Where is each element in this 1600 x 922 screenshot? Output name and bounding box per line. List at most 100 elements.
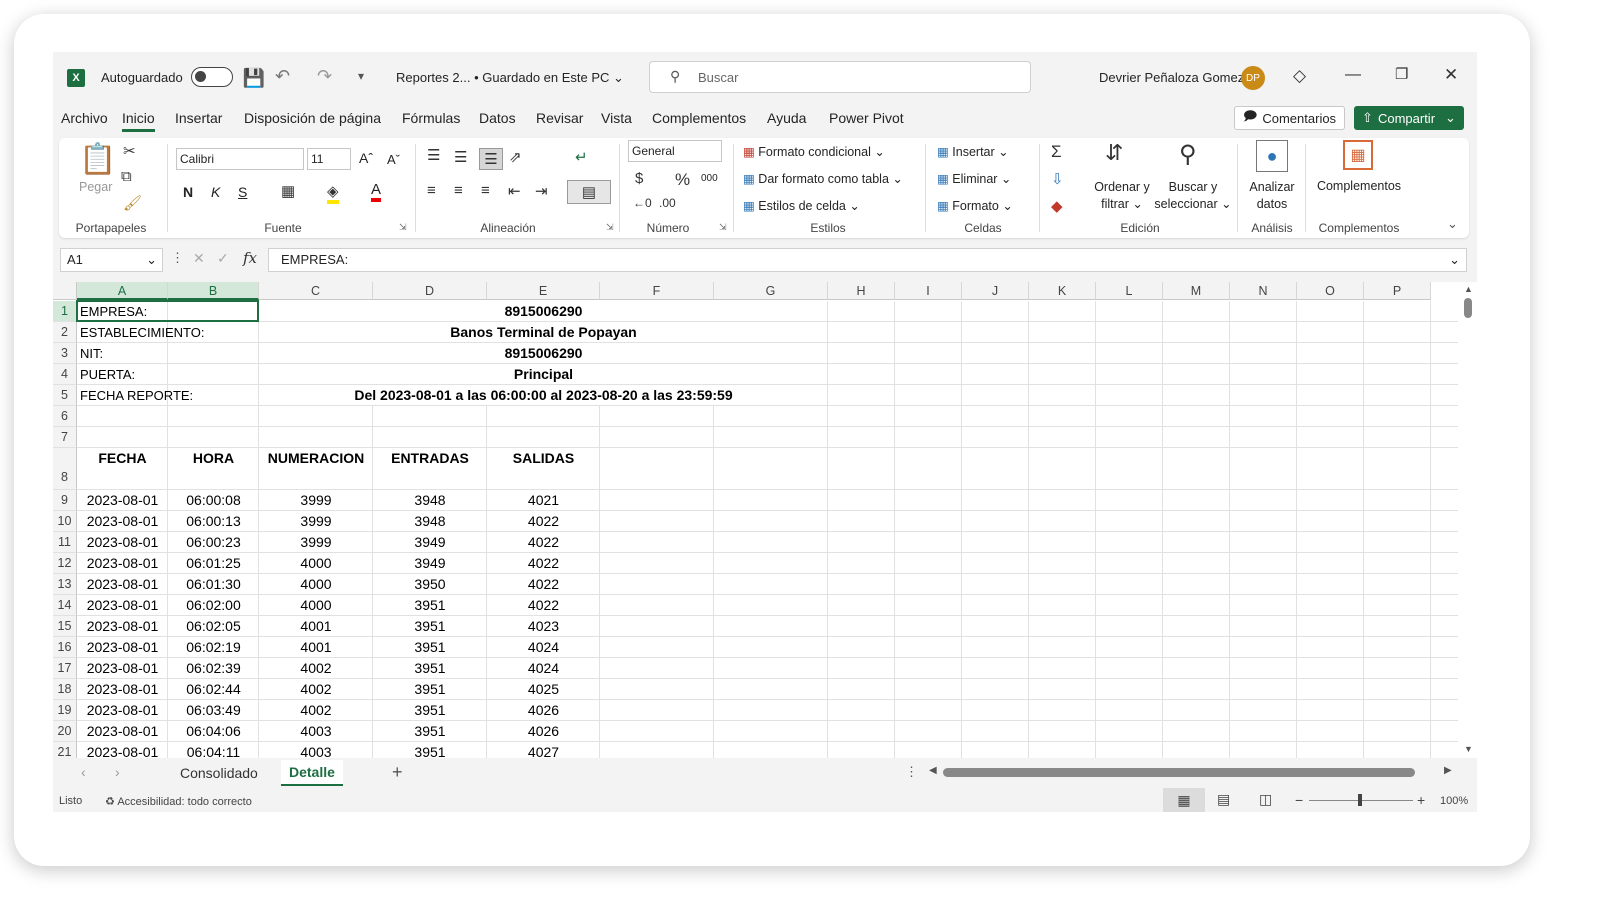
table-cell[interactable]: 2023-08-01 xyxy=(77,616,168,637)
info-label[interactable]: ESTABLECIMIENTO: xyxy=(77,322,259,343)
table-cell[interactable]: 3951 xyxy=(373,721,487,742)
align-bottom-icon[interactable]: ☰ xyxy=(479,148,503,170)
row-header-19[interactable]: 19 xyxy=(53,700,77,721)
table-cell[interactable]: 3951 xyxy=(373,679,487,700)
column-header-o[interactable]: O xyxy=(1297,282,1364,300)
fill-color-icon[interactable]: ◈ xyxy=(327,182,339,204)
column-header-e[interactable]: E xyxy=(487,282,600,300)
share-button[interactable]: ⇧ Compartir ⌄ xyxy=(1354,106,1464,130)
autosave-toggle[interactable] xyxy=(191,67,233,87)
table-cell[interactable]: 4000 xyxy=(259,595,373,616)
table-header-entradas[interactable]: ENTRADAS xyxy=(373,448,487,490)
table-header-numeracion[interactable]: NUMERACION xyxy=(259,448,373,490)
column-header-l[interactable]: L xyxy=(1096,282,1163,300)
column-header-c[interactable]: C xyxy=(259,282,373,300)
scroll-up-icon[interactable]: ▲ xyxy=(1464,284,1473,294)
search-box[interactable]: ⚲ Buscar xyxy=(649,61,1031,93)
increase-font-icon[interactable]: Aˆ xyxy=(359,150,373,166)
row-header-17[interactable]: 17 xyxy=(53,658,77,679)
table-cell[interactable]: 3949 xyxy=(373,553,487,574)
menu-item-fórmulas[interactable]: Fórmulas xyxy=(402,110,460,126)
column-header-p[interactable]: P xyxy=(1364,282,1431,300)
increase-indent-icon[interactable]: ⇥ xyxy=(535,182,548,200)
cell-styles-button[interactable]: ▦ Estilos de celda ⌄ xyxy=(743,198,860,213)
row-header-12[interactable]: 12 xyxy=(53,553,77,574)
table-cell[interactable]: 4024 xyxy=(487,658,600,679)
cut-icon[interactable]: ✂ xyxy=(123,142,136,160)
menu-item-archivo[interactable]: Archivo xyxy=(61,110,108,126)
table-cell[interactable]: 4003 xyxy=(259,721,373,742)
table-cell[interactable]: 4000 xyxy=(259,574,373,595)
autosum-icon[interactable]: Σ xyxy=(1051,142,1062,162)
table-cell[interactable]: 06:03:49 xyxy=(168,700,259,721)
info-label[interactable]: FECHA REPORTE: xyxy=(77,385,259,406)
table-cell[interactable]: 3951 xyxy=(373,595,487,616)
zoom-slider-thumb[interactable] xyxy=(1358,794,1362,806)
table-cell[interactable]: 2023-08-01 xyxy=(77,679,168,700)
table-header-hora[interactable]: HORA xyxy=(168,448,259,490)
copy-icon[interactable]: ⧉ xyxy=(121,168,132,185)
confirm-entry-icon[interactable]: ✓ xyxy=(217,250,229,267)
table-cell[interactable]: 4021 xyxy=(487,490,600,511)
table-cell[interactable]: 4022 xyxy=(487,532,600,553)
page-break-view-icon[interactable]: ◫ xyxy=(1259,791,1272,808)
table-cell[interactable]: 06:01:25 xyxy=(168,553,259,574)
row-header-6[interactable]: 6 xyxy=(53,406,77,427)
table-cell[interactable]: 4002 xyxy=(259,700,373,721)
row-header-2[interactable]: 2 xyxy=(53,322,77,343)
row-header-11[interactable]: 11 xyxy=(53,532,77,553)
analyze-data-button[interactable]: Analizar datos xyxy=(1243,179,1301,213)
orientation-icon[interactable]: ⇗ xyxy=(509,148,522,166)
align-left-icon[interactable]: ≡ xyxy=(427,182,436,199)
table-cell[interactable]: 3949 xyxy=(373,532,487,553)
row-header-9[interactable]: 9 xyxy=(53,490,77,511)
format-painter-icon[interactable]: 🖌 xyxy=(123,194,142,212)
sort-filter-button[interactable]: Ordenar y filtrar ⌄ xyxy=(1089,179,1155,213)
delete-cells-button[interactable]: ▦ Eliminar ⌄ xyxy=(937,171,1011,186)
column-header-j[interactable]: J xyxy=(962,282,1029,300)
row-header-5[interactable]: 5 xyxy=(53,385,77,406)
menu-item-ayuda[interactable]: Ayuda xyxy=(767,110,806,126)
row-header-20[interactable]: 20 xyxy=(53,721,77,742)
info-label[interactable]: NIT: xyxy=(77,343,259,364)
align-top-icon[interactable]: ☰ xyxy=(427,146,440,164)
table-cell[interactable]: 4025 xyxy=(487,679,600,700)
tab-consolidado[interactable]: Consolidado xyxy=(180,765,258,781)
table-cell[interactable]: 2023-08-01 xyxy=(77,532,168,553)
info-value[interactable]: Principal xyxy=(259,364,828,385)
redo-icon[interactable]: ↷ xyxy=(317,66,332,87)
table-cell[interactable]: 4022 xyxy=(487,574,600,595)
table-cell[interactable]: 4001 xyxy=(259,637,373,658)
table-cell[interactable]: 3950 xyxy=(373,574,487,595)
row-header-8[interactable]: 8 xyxy=(53,448,77,490)
formula-input[interactable]: EMPRESA: ⌄ xyxy=(268,248,1467,272)
row-header-15[interactable]: 15 xyxy=(53,616,77,637)
more-options-icon[interactable]: ⋮ xyxy=(171,250,184,266)
column-header-b[interactable]: B xyxy=(168,282,259,300)
restore-icon[interactable]: ❐ xyxy=(1395,65,1408,83)
decrease-decimal-icon[interactable]: .00 xyxy=(659,196,676,210)
table-cell[interactable]: 4023 xyxy=(487,616,600,637)
column-header-h[interactable]: H xyxy=(828,282,895,300)
select-all-corner[interactable] xyxy=(53,282,77,300)
column-header-a[interactable]: A xyxy=(77,282,168,300)
addins-icon[interactable]: ▦ xyxy=(1343,140,1373,170)
font-dialog-launcher-icon[interactable]: ⇲ xyxy=(399,222,407,233)
info-value[interactable]: Del 2023-08-01 a las 06:00:00 al 2023-08… xyxy=(259,385,828,406)
column-header-g[interactable]: G xyxy=(714,282,828,300)
format-cells-button[interactable]: ▦ Formato ⌄ xyxy=(937,198,1013,213)
table-cell[interactable]: 06:01:30 xyxy=(168,574,259,595)
table-cell[interactable]: 3999 xyxy=(259,511,373,532)
scroll-left-icon[interactable]: ◀ xyxy=(929,765,937,776)
table-cell[interactable]: 3999 xyxy=(259,490,373,511)
menu-item-insertar[interactable]: Insertar xyxy=(175,110,222,126)
alignment-dialog-launcher-icon[interactable]: ⇲ xyxy=(606,222,614,233)
table-cell[interactable]: 2023-08-01 xyxy=(77,658,168,679)
avatar[interactable]: DP xyxy=(1241,66,1265,90)
scroll-down-icon[interactable]: ▼ xyxy=(1464,744,1473,754)
row-header-13[interactable]: 13 xyxy=(53,574,77,595)
column-header-i[interactable]: I xyxy=(895,282,962,300)
table-cell[interactable]: 4002 xyxy=(259,679,373,700)
borders-icon[interactable]: ▦ xyxy=(281,182,295,200)
table-cell[interactable]: 2023-08-01 xyxy=(77,700,168,721)
